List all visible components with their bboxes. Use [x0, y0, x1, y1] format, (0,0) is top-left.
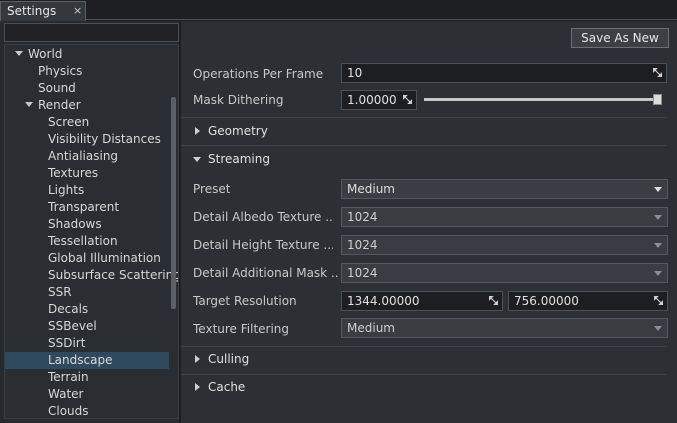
close-icon[interactable]: ×	[73, 4, 82, 17]
properties-panel: Save As New Operations Per Frame 10 Mask…	[181, 21, 677, 423]
chevron-right-icon	[195, 383, 200, 391]
chevron-down-icon	[193, 157, 201, 162]
tree-item-landscape[interactable]: Landscape	[5, 352, 169, 369]
tree-scrollbar[interactable]	[171, 97, 176, 309]
tree-item-shadows[interactable]: Shadows	[5, 216, 169, 233]
tree-item-tessellation[interactable]: Tessellation	[5, 233, 169, 250]
chevron-down-icon	[654, 271, 662, 276]
tree-item-clouds[interactable]: Clouds	[5, 403, 169, 418]
detail-height-label: Detail Height Texture ...	[193, 238, 333, 252]
tab-bar: Settings ×	[0, 0, 677, 21]
tree-item-ssr[interactable]: SSR	[5, 284, 169, 301]
target-resolution-label: Target Resolution	[193, 294, 297, 308]
save-as-new-button[interactable]: Save As New	[571, 28, 669, 48]
preset-dropdown[interactable]: Medium	[341, 179, 668, 199]
tree-item-transparent[interactable]: Transparent	[5, 199, 169, 216]
tree-item-visibility-distances[interactable]: Visibility Distances	[5, 131, 169, 148]
tree-item-lights[interactable]: Lights	[5, 182, 169, 199]
detail-albedo-label: Detail Albedo Texture ...	[193, 210, 333, 224]
tree-item-global-illumination[interactable]: Global Illumination	[5, 250, 169, 267]
search-input[interactable]	[4, 23, 179, 42]
mask-dithering-field[interactable]: 1.00000	[341, 90, 417, 110]
tree-item-ssdirt[interactable]: SSDirt	[5, 335, 169, 352]
drag-resize-icon[interactable]	[403, 95, 412, 104]
detail-height-dropdown[interactable]: 1024	[341, 235, 668, 255]
settings-tree-panel: World Physics Sound Render Screen Visibi…	[0, 21, 180, 423]
tree-item-physics[interactable]: Physics	[5, 63, 169, 80]
drag-resize-icon[interactable]	[654, 296, 663, 305]
section-streaming[interactable]: Streaming	[181, 146, 677, 172]
mask-dithering-label: Mask Dithering	[193, 93, 284, 107]
settings-tree: World Physics Sound Render Screen Visibi…	[4, 44, 179, 419]
tree-item-subsurface-scattering[interactable]: Subsurface Scattering	[5, 267, 178, 284]
chevron-down-icon	[654, 243, 662, 248]
target-height-field[interactable]: 756.00000	[508, 291, 668, 311]
section-cache[interactable]: Cache	[181, 374, 677, 400]
section-culling[interactable]: Culling	[181, 346, 677, 372]
tab-title: Settings	[7, 4, 57, 18]
drag-resize-icon[interactable]	[653, 68, 662, 77]
mask-dithering-slider-track[interactable]	[424, 98, 662, 101]
chevron-down-icon	[654, 215, 662, 220]
tree-item-decals[interactable]: Decals	[5, 301, 169, 318]
texture-filtering-label: Texture Filtering	[193, 322, 290, 336]
chevron-down-icon	[654, 326, 662, 331]
drag-resize-icon[interactable]	[489, 296, 498, 305]
chevron-right-icon	[195, 355, 200, 363]
tree-item-screen[interactable]: Screen	[5, 114, 169, 131]
detail-mask-dropdown[interactable]: 1024	[341, 263, 668, 283]
tree-item-antialiasing[interactable]: Antialiasing	[5, 148, 169, 165]
tree-item-ssbevel[interactable]: SSBevel	[5, 318, 169, 335]
tree-item-world[interactable]: World	[5, 46, 169, 63]
chevron-down-icon[interactable]	[15, 51, 23, 56]
texture-filtering-dropdown[interactable]: Medium	[341, 318, 668, 338]
ops-per-frame-label: Operations Per Frame	[193, 67, 324, 81]
mask-dithering-slider-handle[interactable]	[653, 94, 662, 105]
detail-albedo-dropdown[interactable]: 1024	[341, 207, 668, 227]
section-geometry[interactable]: Geometry	[181, 118, 677, 144]
tree-item-textures[interactable]: Textures	[5, 165, 169, 182]
tab-settings[interactable]: Settings ×	[0, 1, 86, 21]
chevron-right-icon	[195, 127, 200, 135]
tree-item-water[interactable]: Water	[5, 386, 169, 403]
preset-label: Preset	[193, 182, 231, 196]
chevron-down-icon[interactable]	[25, 102, 33, 107]
target-width-field[interactable]: 1344.00000	[341, 291, 503, 311]
tree-item-render[interactable]: Render	[5, 97, 169, 114]
tree-item-sound[interactable]: Sound	[5, 80, 169, 97]
chevron-down-icon	[654, 187, 662, 192]
ops-per-frame-field[interactable]: 10	[341, 63, 667, 83]
detail-mask-label: Detail Additional Mask ...	[193, 266, 338, 280]
tree-item-terrain[interactable]: Terrain	[5, 369, 169, 386]
